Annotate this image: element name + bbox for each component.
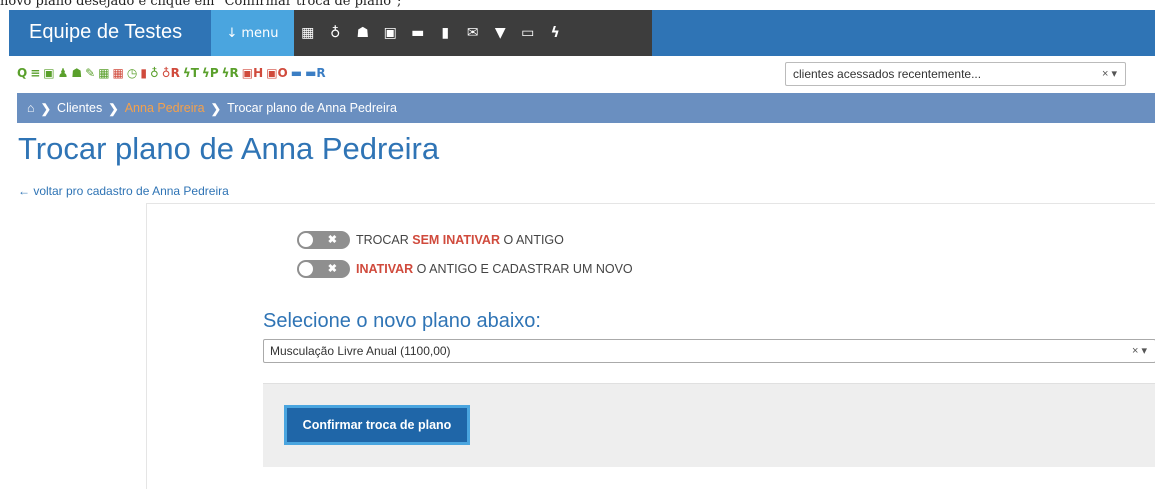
form-actions: Confirmar troca de plano [263,383,1155,467]
money-icon[interactable]: ▣ [43,64,54,82]
filter-icon[interactable]: ▼ [487,25,515,41]
plan-select-value: Musculação Livre Anual (1100,00) [270,344,451,358]
bookmark-icon[interactable]: ▮ [140,64,147,82]
breadcrumb: ⌂ ❯ Clientes ❯ Anna Pedreira ❯ Trocar pl… [17,93,1155,123]
file-icon[interactable]: ▮ [432,25,460,41]
quick-toolbar: Q ≡ ▣ ♟ ☗ ✎ ▦ ▦ ◷ ▮ ♁ ♁R ϟT ϟP ϟR ▣H ▣O ▬ ▬R [17,63,326,83]
top-icon-bar: ▦ ♁ ☗ ▣ ▬ ▮ ✉ ▼ ▭ ϟ [294,10,652,56]
toggle-inactivate-old-label: INATIVAR O ANTIGO E CADASTRAR UM NOVO [356,262,633,276]
users-icon[interactable]: ☗ [71,64,82,82]
keyboard-icon[interactable]: ▭ [514,25,542,41]
close-icon: ✖ [327,263,337,275]
recent-clients-value: clientes acessados recentemente... [793,67,982,81]
cart-r-icon[interactable]: ▬R [305,64,326,82]
stethoscope-r-icon[interactable]: ♁R [162,64,180,82]
toggle-row-inactivate-old: ✖ INATIVAR O ANTIGO E CADASTRAR UM NOVO [297,260,633,278]
menu-label: menu [241,25,279,41]
bolt-icon[interactable]: ϟ [542,25,570,41]
clock-icon[interactable]: ◷ [127,64,137,82]
breadcrumb-current: Trocar plano de Anna Pedreira [227,101,397,115]
chevron-right-icon: ❯ [108,101,119,116]
chevron-down-icon[interactable]: ▾ [1111,68,1117,80]
clear-icon[interactable]: × [1132,345,1138,357]
toggle-knob [299,262,313,276]
close-icon: ✖ [327,234,337,246]
page-title: Trocar plano de Anna Pedreira [18,131,440,166]
bolt-t-icon[interactable]: ϟT [183,64,199,82]
money-o-icon[interactable]: ▣O [266,64,288,82]
calendar-icon[interactable]: ▦ [294,25,322,41]
chevron-right-icon: ❯ [40,101,52,116]
menu-button[interactable]: ↓ menu [211,10,294,56]
cart-icon[interactable]: ▬ [404,25,432,41]
list-icon[interactable]: ≡ [30,64,40,82]
instruction-caption: novo plano desejado e clique em "Confirm… [0,0,402,9]
toggle-inactivate-old[interactable]: ✖ [297,260,350,278]
brand-name[interactable]: Equipe de Testes [29,10,182,54]
money-icon[interactable]: ▣ [377,25,405,41]
calendar-red-icon[interactable]: ▦ [113,64,124,82]
pencil-icon[interactable]: ✎ [85,64,95,82]
money-h-icon[interactable]: ▣H [242,64,263,82]
calendar-icon[interactable]: ▦ [98,64,109,82]
search-icon[interactable]: Q [17,64,27,82]
back-to-client-link[interactable]: ← voltar pro cadastro de Anna Pedreira [18,184,229,198]
chevron-down-icon[interactable]: ▾ [1141,345,1147,357]
toggle-keep-old-label: TROCAR SEM INATIVAR O ANTIGO [356,233,564,247]
confirm-plan-change-button[interactable]: Confirmar troca de plano [284,405,470,445]
clear-icon[interactable]: × [1102,68,1108,80]
toggle-keep-old[interactable]: ✖ [297,231,350,249]
change-plan-panel: ✖ TROCAR SEM INATIVAR O ANTIGO ✖ INATIVA… [146,203,1155,489]
toggle-row-keep-old: ✖ TROCAR SEM INATIVAR O ANTIGO [297,231,564,249]
bolt-p-icon[interactable]: ϟP [202,64,219,82]
breadcrumb-client[interactable]: Anna Pedreira [125,101,205,115]
toggle-knob [299,233,313,247]
select-plan-heading: Selecione o novo plano abaixo: [263,310,541,332]
chevron-right-icon: ❯ [210,101,222,116]
users-icon[interactable]: ☗ [349,25,377,41]
envelope-icon[interactable]: ✉ [459,25,487,41]
plan-select[interactable]: Musculação Livre Anual (1100,00) × ▾ [263,339,1155,363]
recent-clients-select[interactable]: clientes acessados recentemente... × ▾ [785,62,1126,86]
top-navbar: Equipe de Testes ↓ menu ▦ ♁ ☗ ▣ ▬ ▮ ✉ ▼ … [9,10,1155,56]
breadcrumb-clients[interactable]: Clientes [57,101,102,115]
bolt-r-icon[interactable]: ϟR [222,64,239,82]
stethoscope-icon[interactable]: ♁ [322,25,350,41]
cart-icon[interactable]: ▬ [291,64,302,82]
home-icon[interactable]: ⌂ [27,101,35,115]
arrow-down-icon: ↓ [226,25,238,41]
stethoscope-icon[interactable]: ♁ [150,64,159,82]
user-icon[interactable]: ♟ [58,64,69,82]
